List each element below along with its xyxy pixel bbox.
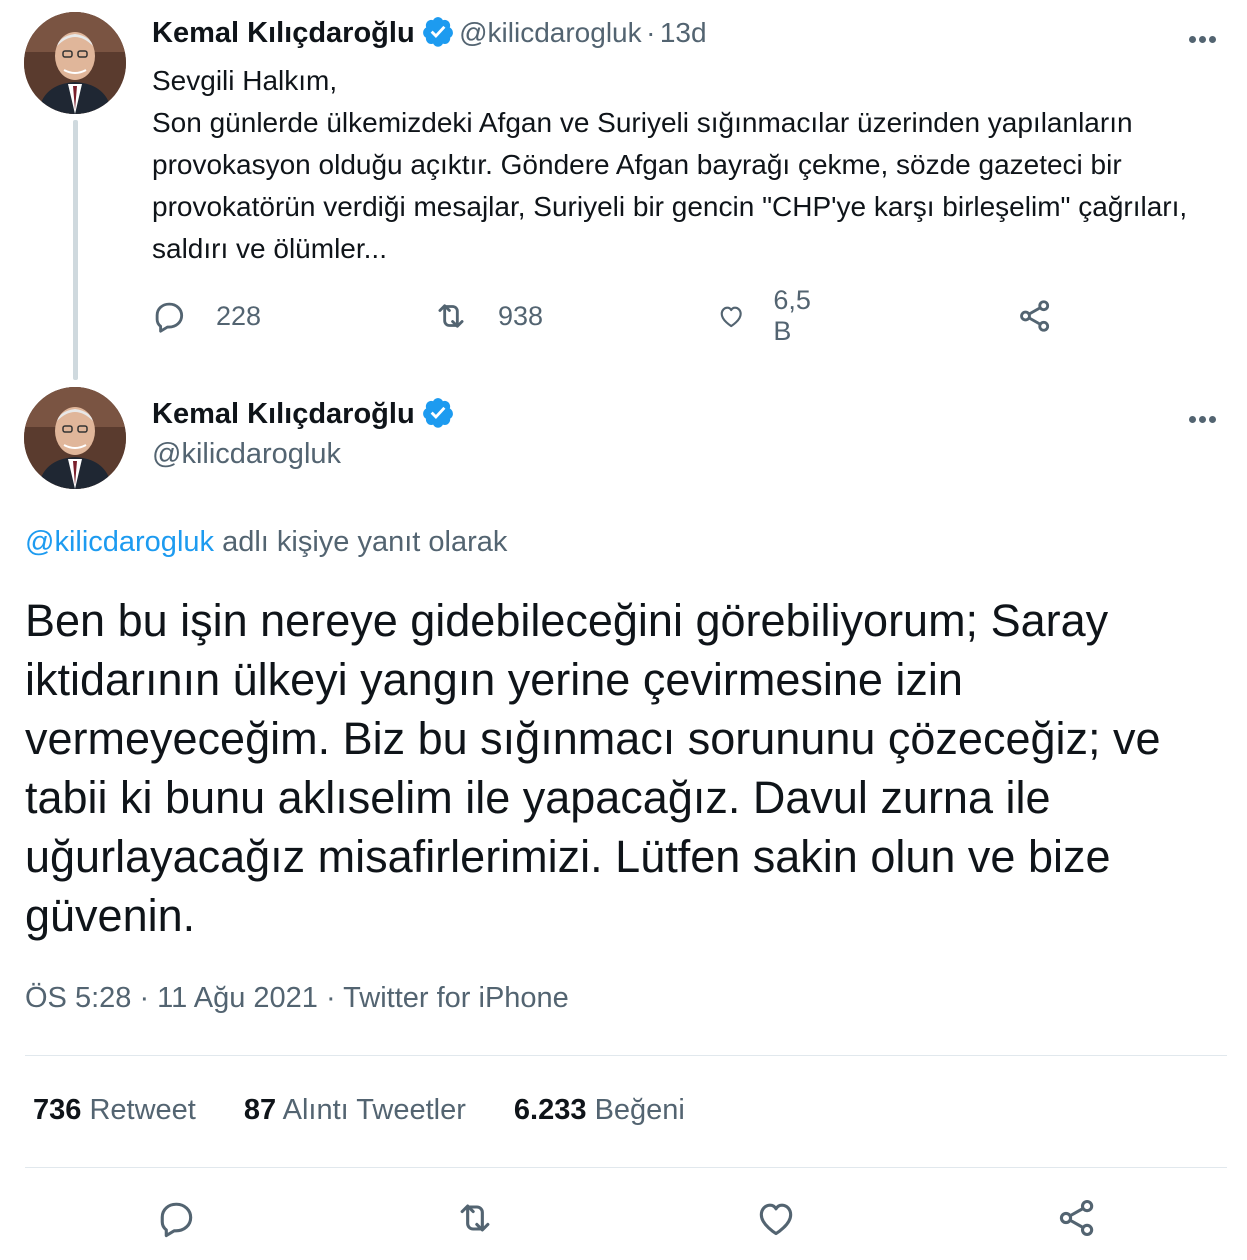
like-button[interactable]: 6,5 B [717, 285, 821, 346]
reply-count: 228 [216, 300, 262, 331]
more-options-icon[interactable] [1189, 30, 1225, 44]
retweet-icon [460, 1204, 490, 1232]
retweet-button[interactable]: 938 [432, 296, 543, 336]
stat-label: Alıntı Tweetler [282, 1094, 466, 1126]
retweet-button[interactable] [453, 1196, 497, 1240]
thread-tweet-header: Kemal Kılıçdaroğlu @kilicdarogluk · 13d [152, 15, 707, 50]
author-handle[interactable]: @kilicdarogluk [459, 17, 642, 48]
retweets-stat[interactable]: 736 Retweet [33, 1094, 196, 1127]
reply-icon [155, 302, 184, 333]
stat-label: Retweet [89, 1094, 196, 1126]
tweet-text: Ben bu işin nereye gidebileceğini görebi… [25, 595, 1161, 941]
tweet-text: Sevgili Halkım, Son günlerde ülkemizdeki… [152, 65, 1188, 264]
share-icon [1059, 1199, 1094, 1237]
author-name[interactable]: Kemal Kılıçdaroğlu [152, 17, 415, 49]
avatar[interactable] [24, 12, 126, 114]
stat-count: 736 [33, 1094, 82, 1126]
share-icon [1020, 300, 1050, 332]
like-icon [720, 306, 742, 328]
stat-count: 6.233 [513, 1094, 587, 1126]
reply-suffix: adlı kişiye yanıt olarak [214, 526, 508, 558]
reply-button[interactable]: 228 [150, 296, 261, 336]
share-button[interactable] [1016, 296, 1054, 336]
verified-badge-icon [422, 398, 453, 428]
tweet-stats: 736 Retweet 87 Alıntı Tweetler 6.233 Beğ… [33, 1094, 725, 1127]
main-tweet-actions [0, 1196, 1247, 1240]
more-options-icon[interactable] [1189, 410, 1225, 424]
thread-line [73, 120, 78, 380]
like-button[interactable] [754, 1196, 798, 1240]
main-tweet-author: Kemal Kılıçdaroğlu [152, 396, 455, 431]
avatar-image [24, 12, 126, 114]
separator: · [646, 17, 656, 48]
tweet-meta[interactable]: ÖS 5:28 · 11 Ağu 2021 · Twitter for iPho… [25, 982, 569, 1015]
retweet-count: 938 [498, 300, 544, 331]
timestamp[interactable]: 13d [660, 17, 707, 48]
likes-stat[interactable]: 6.233 Beğeni [514, 1094, 685, 1127]
reply-icon [160, 1202, 193, 1238]
share-button[interactable] [1055, 1196, 1099, 1240]
avatar[interactable] [24, 387, 126, 489]
avatar-image [24, 387, 126, 489]
quote-tweets-stat[interactable]: 87 Alıntı Tweetler [244, 1094, 466, 1127]
stat-count: 87 [243, 1094, 277, 1126]
divider [25, 1167, 1227, 1168]
divider [25, 1055, 1227, 1056]
reply-mention-link[interactable]: @kilicdarogluk [25, 526, 214, 558]
stat-label: Beğeni [594, 1094, 685, 1126]
verified-badge-icon [422, 17, 453, 47]
reply-button[interactable] [154, 1196, 198, 1240]
like-count: 6,5 B [773, 285, 811, 346]
author-name[interactable]: Kemal Kılıçdaroğlu [152, 398, 415, 430]
retweet-icon [438, 304, 464, 328]
reply-context: @kilicdarogluk adlı kişiye yanıt olarak [25, 526, 507, 559]
like-icon [759, 1203, 793, 1236]
author-handle[interactable]: @kilicdarogluk [152, 438, 341, 471]
